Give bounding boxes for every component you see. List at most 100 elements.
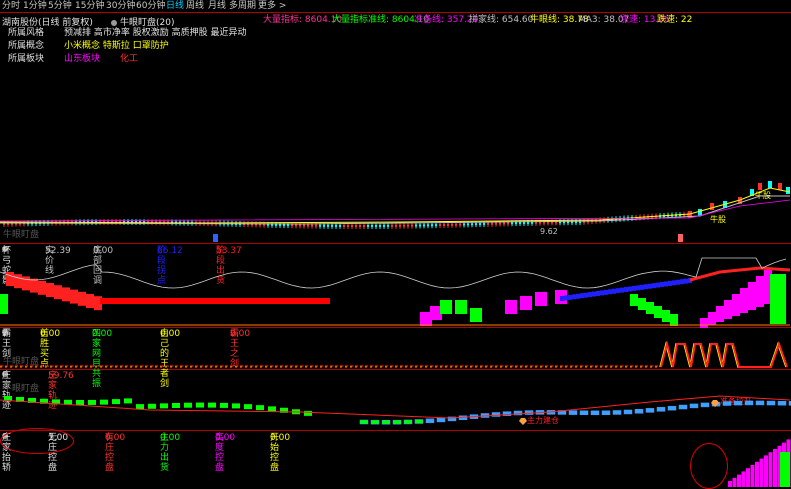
chart-mark-346 bbox=[710, 203, 714, 210]
chart-mark-359 bbox=[6, 272, 14, 286]
chart-mark-423 bbox=[708, 312, 716, 325]
chart-mark-501 bbox=[766, 400, 776, 406]
chart-mark-387 bbox=[580, 293, 584, 299]
chart-mark-351 bbox=[768, 181, 772, 188]
chart-mark-235 bbox=[471, 223, 473, 226]
chart-mark-249 bbox=[499, 222, 501, 225]
chart-mark-412 bbox=[680, 279, 684, 285]
chart-mark-449 bbox=[136, 404, 144, 410]
chart-mark-424 bbox=[716, 306, 724, 322]
chart-mark-420 bbox=[662, 310, 670, 322]
chart-mark-389 bbox=[588, 292, 592, 298]
chart-mark-413 bbox=[684, 278, 688, 284]
chart-mark-221 bbox=[443, 223, 445, 226]
chart-mark-502 bbox=[777, 400, 787, 406]
chart-mark-404 bbox=[648, 283, 652, 289]
chart-mark-151 bbox=[303, 224, 305, 227]
chart-mark-511 bbox=[746, 468, 750, 487]
chart-mark-384 bbox=[568, 294, 572, 300]
chart-mark-388 bbox=[584, 292, 588, 298]
chart-mark-165 bbox=[331, 224, 333, 227]
chart-mark-397 bbox=[620, 287, 624, 293]
chart-mark-471 bbox=[436, 417, 446, 423]
chart-mark-508 bbox=[732, 477, 737, 487]
chart-mark-391 bbox=[596, 290, 600, 296]
chart-mark-245 bbox=[491, 222, 493, 225]
chart-mark-448 bbox=[124, 398, 132, 404]
chart-mark-400 bbox=[632, 285, 636, 291]
chart-mark-405 bbox=[652, 283, 656, 289]
chart-mark-169 bbox=[339, 224, 341, 227]
chart-mark-352 bbox=[778, 183, 782, 190]
chart-mark-227 bbox=[455, 223, 457, 226]
chart-mark-209 bbox=[419, 224, 421, 227]
chart-mark-454 bbox=[196, 402, 204, 408]
chart-mark-195 bbox=[391, 224, 393, 227]
chart-mark-255 bbox=[511, 222, 513, 225]
chart-mark-367 bbox=[70, 289, 78, 304]
chart-mark-395 bbox=[612, 288, 616, 294]
chart-mark-213 bbox=[427, 224, 429, 227]
chart-mark-418 bbox=[646, 302, 654, 314]
chart-mark-241 bbox=[483, 222, 485, 225]
chart-mark-385 bbox=[572, 294, 576, 300]
chart-mark-485 bbox=[590, 410, 600, 416]
chart-mark-380 bbox=[535, 292, 547, 306]
chart-mark-398 bbox=[624, 287, 628, 293]
chart-mark-189 bbox=[379, 224, 381, 227]
chart-mark-486 bbox=[601, 410, 611, 415]
chart-mark-231 bbox=[463, 223, 465, 226]
chart-mark-239 bbox=[479, 223, 481, 226]
chart-mark-403 bbox=[644, 284, 648, 290]
chart-mark-467 bbox=[392, 419, 402, 425]
chart-mark-512 bbox=[750, 465, 755, 487]
chart-mark-500 bbox=[755, 400, 765, 406]
chart-mark-495 bbox=[700, 402, 710, 408]
chart-mark-458 bbox=[244, 404, 252, 410]
chart-mark-497 bbox=[722, 401, 732, 406]
chart-mark-488 bbox=[623, 409, 633, 415]
chart-mark-401 bbox=[636, 285, 640, 291]
chart-mark-217 bbox=[435, 224, 437, 227]
chart-mark-514 bbox=[759, 458, 764, 487]
chart-mark-406 bbox=[656, 282, 660, 288]
chart-mark-455 bbox=[208, 402, 216, 408]
chart-mark-513 bbox=[755, 461, 759, 487]
chart-mark-355 bbox=[0, 195, 790, 225]
chart-mark-159 bbox=[319, 224, 321, 227]
chart-mark-494 bbox=[689, 403, 699, 409]
chart-mark-487 bbox=[612, 410, 622, 415]
chart-mark-215 bbox=[431, 224, 433, 227]
chart-mark-147 bbox=[295, 224, 297, 227]
chart-mark-464 bbox=[359, 419, 369, 425]
chart-mark-181 bbox=[363, 224, 365, 227]
chart-mark-491 bbox=[656, 407, 666, 412]
chart-mark-450 bbox=[148, 403, 156, 409]
chart-mark-191 bbox=[383, 224, 385, 227]
chart-mark-157 bbox=[315, 224, 317, 227]
chart-mark-459 bbox=[256, 405, 264, 411]
chart-mark-201 bbox=[403, 224, 405, 227]
chart-mark-185 bbox=[371, 224, 373, 227]
chart-mark-479 bbox=[524, 410, 534, 415]
chart-mark-187 bbox=[375, 224, 377, 227]
chart-mark-484 bbox=[579, 410, 589, 415]
chart-mark-375 bbox=[440, 300, 452, 314]
chart-mark-427 bbox=[740, 288, 748, 313]
chart-mark-466 bbox=[381, 419, 391, 425]
chart-mark-368 bbox=[78, 291, 86, 306]
chart-mark-173 bbox=[347, 224, 349, 227]
chart-mark-510 bbox=[741, 471, 746, 487]
chart-canvas bbox=[0, 181, 791, 487]
chart-mark-203 bbox=[407, 224, 409, 227]
chart-mark-378 bbox=[505, 300, 517, 314]
chart-mark-507 bbox=[728, 481, 732, 487]
chart-mark-452 bbox=[172, 402, 180, 408]
chart-mark-444 bbox=[76, 399, 84, 405]
chart-mark-353 bbox=[786, 187, 790, 194]
chart-mark-498 bbox=[733, 400, 743, 406]
chart-mark-225 bbox=[451, 223, 453, 226]
chart-mark-437 bbox=[660, 340, 788, 368]
chart-mark-211 bbox=[423, 224, 425, 227]
chart-mark-163 bbox=[327, 224, 329, 227]
